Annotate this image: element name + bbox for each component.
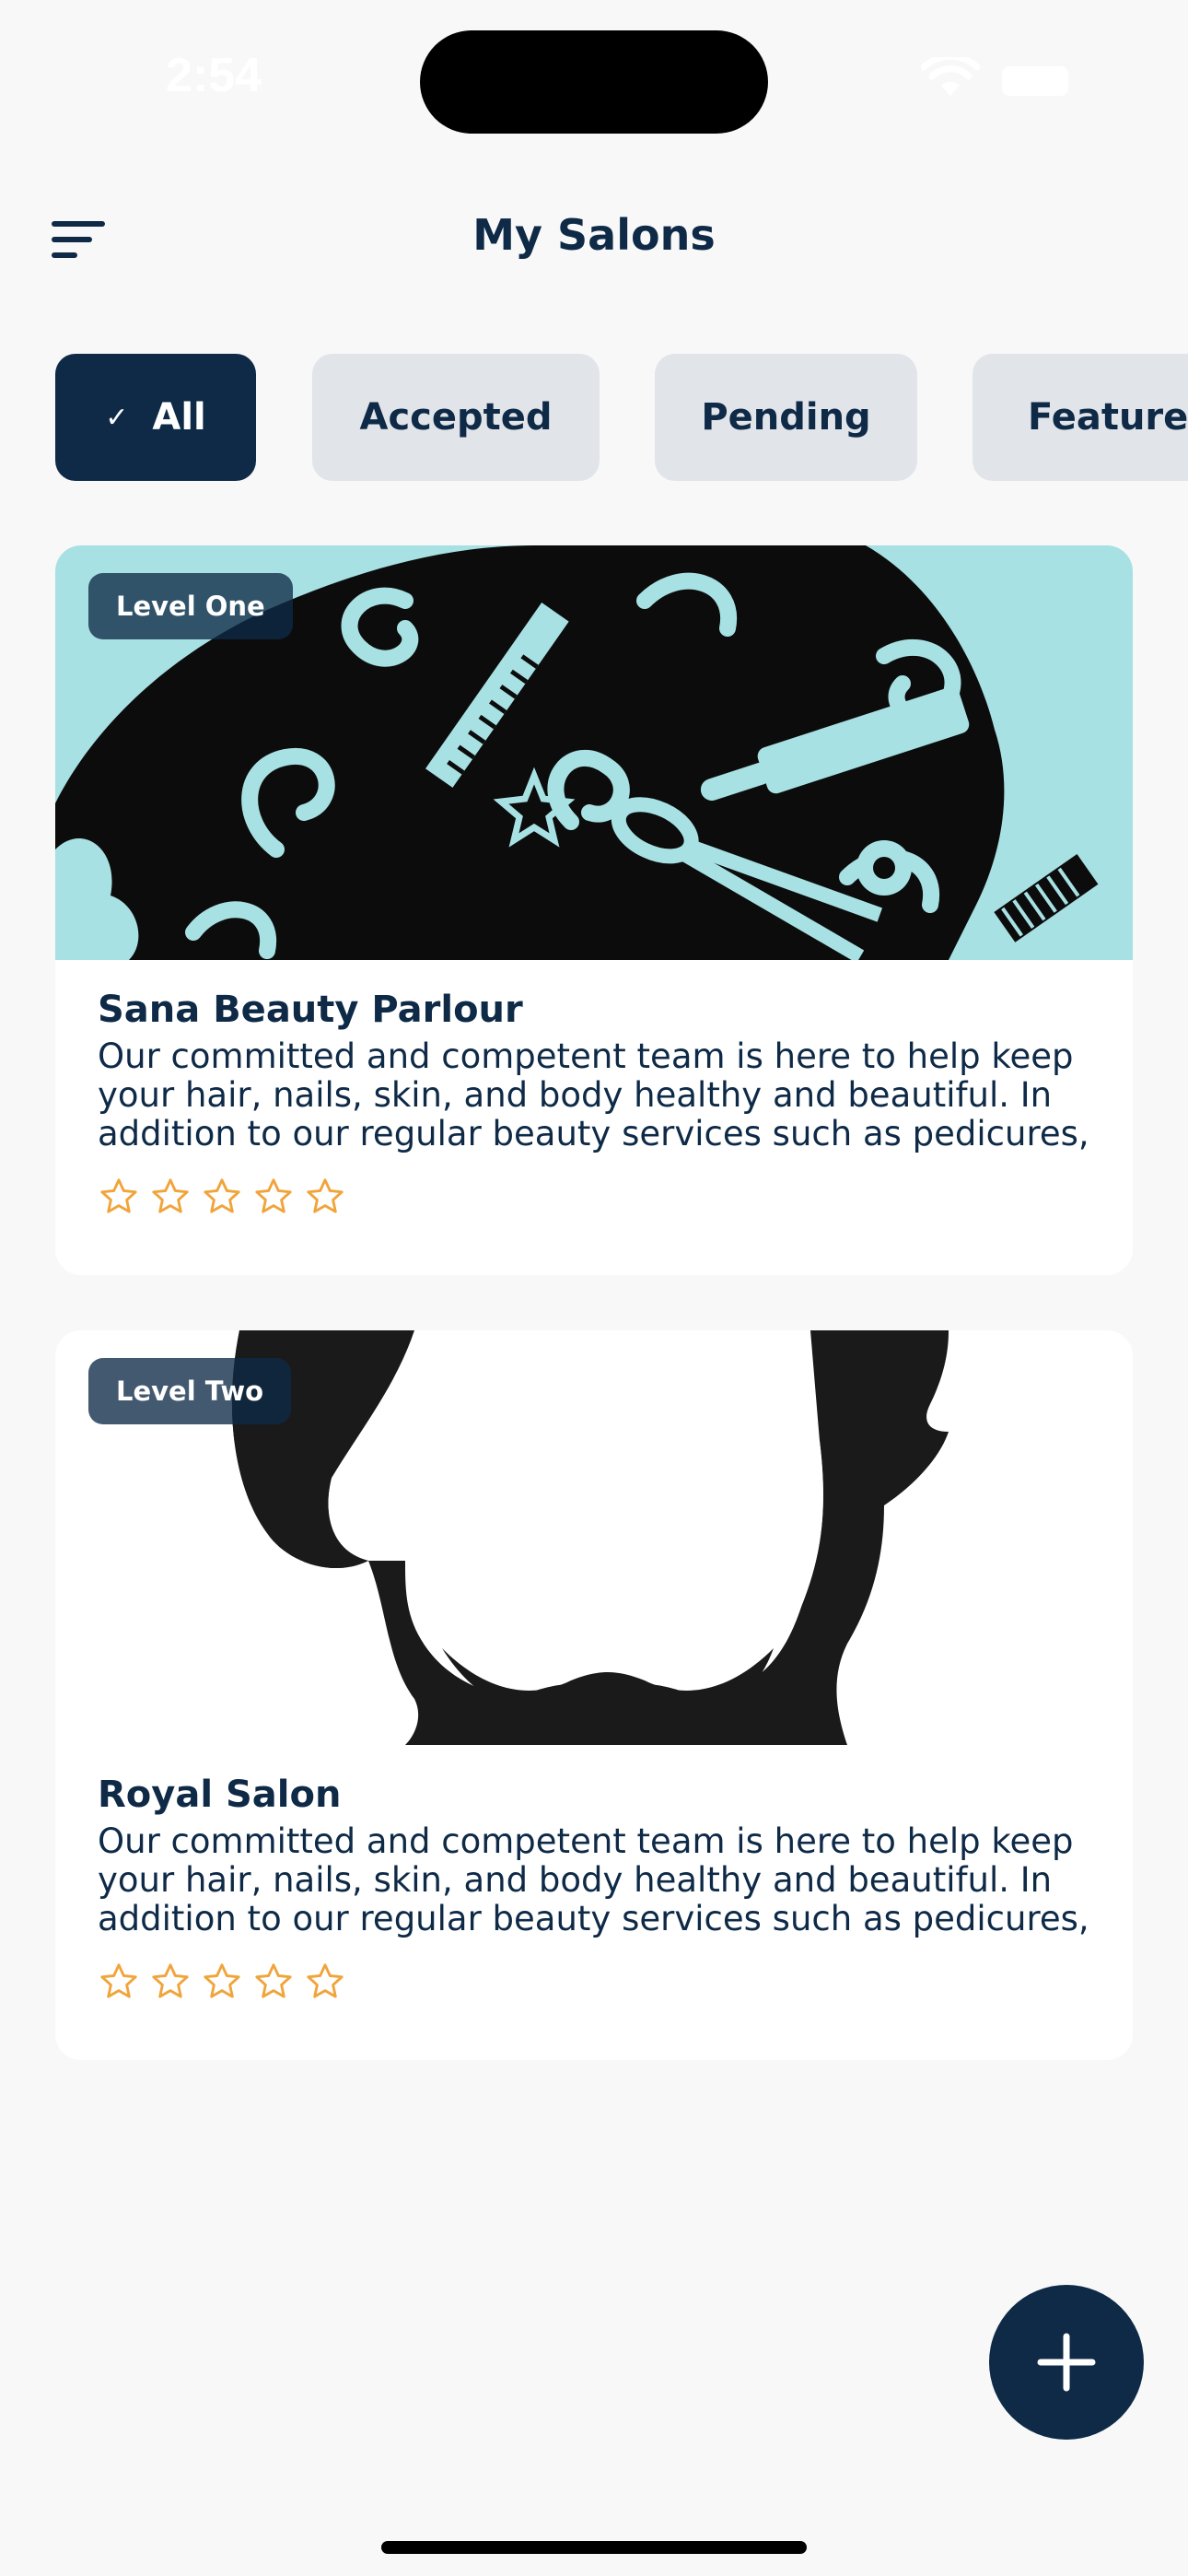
rating-stars (98, 1961, 1092, 2003)
add-salon-button[interactable] (989, 2285, 1144, 2440)
star-outline-icon (100, 1963, 137, 1998)
salon-name: Royal Salon (98, 1774, 342, 1816)
plus-icon (1037, 2333, 1096, 2392)
filter-chip-label: All (152, 396, 206, 439)
filter-chip-all[interactable]: ✓ All (55, 354, 256, 481)
level-badge: Level Two (88, 1358, 292, 1424)
card-body: Sana Beauty Parlour Our committed and co… (98, 986, 1092, 1218)
filter-chip-label: Featured (1028, 396, 1188, 439)
star-outline-icon (307, 1178, 344, 1213)
salon-name: Sana Beauty Parlour (98, 989, 523, 1031)
page-title: My Salons (472, 210, 716, 260)
filter-chip-accepted[interactable]: Accepted (312, 354, 600, 481)
salon-card[interactable]: Level Two Royal Salon Our committed and … (55, 1330, 1133, 2060)
home-indicator[interactable] (381, 2541, 807, 2554)
star-outline-icon (152, 1963, 189, 1998)
battery-icon (1002, 66, 1068, 96)
star-outline-icon (255, 1178, 292, 1213)
rating-stars (98, 1176, 1092, 1218)
salon-description: Our committed and competent team is here… (98, 1037, 1089, 1153)
status-time: 2:54 (166, 49, 262, 102)
card-body: Royal Salon Our committed and competent … (98, 1771, 1092, 2003)
star-outline-icon (255, 1963, 292, 1998)
filter-chip-pending[interactable]: Pending (655, 354, 917, 481)
dynamic-island (420, 30, 768, 134)
star-outline-icon (204, 1963, 240, 1998)
star-outline-icon (307, 1963, 344, 1998)
filter-chips: ✓ All Accepted Pending Featured (55, 354, 1188, 481)
filter-chip-featured[interactable]: Featured (973, 354, 1188, 481)
salon-card[interactable]: Level One Sana Beauty Parlour Our commit… (55, 545, 1133, 1275)
filter-chip-label: Pending (701, 396, 871, 439)
status-bar: 2:54 (0, 0, 1188, 157)
star-outline-icon (204, 1178, 240, 1213)
wifi-icon (921, 57, 980, 96)
check-icon: ✓ (105, 401, 129, 434)
level-badge: Level One (88, 573, 293, 639)
salon-description: Our committed and competent team is here… (98, 1822, 1089, 1938)
star-outline-icon (100, 1178, 137, 1213)
filter-chip-label: Accepted (359, 396, 553, 439)
star-outline-icon (152, 1178, 189, 1213)
